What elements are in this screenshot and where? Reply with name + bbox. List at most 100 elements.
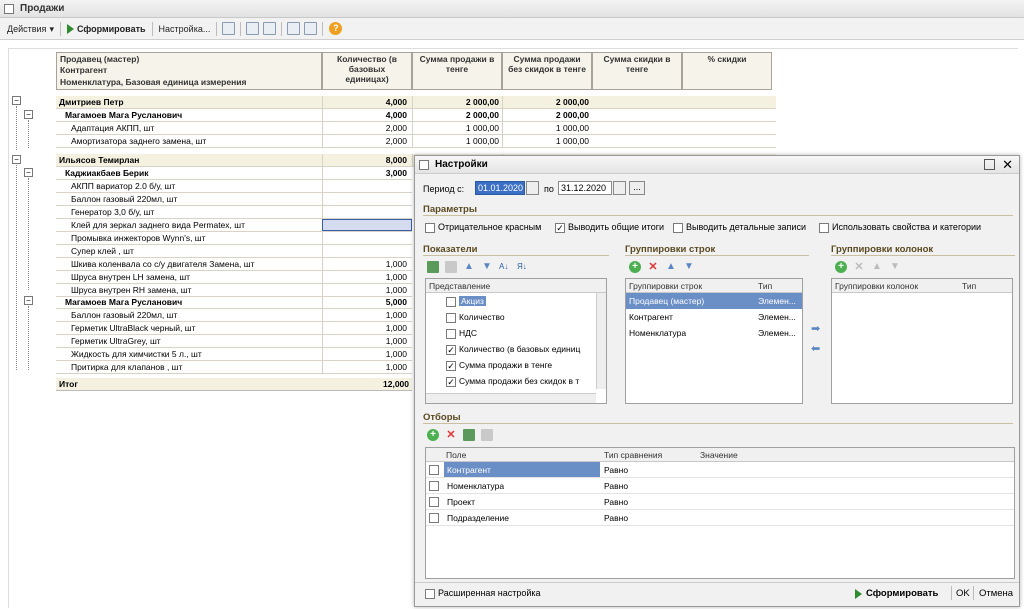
restore-icon[interactable]	[304, 22, 318, 35]
param-label: Использовать свойства и категории	[832, 222, 982, 232]
list-item[interactable]: Количество	[426, 309, 606, 325]
print-preview-icon[interactable]	[222, 22, 236, 35]
checkbox[interactable]	[429, 513, 439, 523]
add-icon[interactable]: +	[427, 429, 439, 441]
generate-button[interactable]: Сформировать	[64, 20, 149, 38]
param-checkbox[interactable]: Выводить детальные записи	[673, 222, 806, 233]
period-to-input[interactable]: 31.12.2020	[558, 181, 612, 195]
row-name: Герметик UltraGrey, шт	[71, 336, 161, 346]
list-item[interactable]: ✓ Количество (в базовых единиц	[426, 341, 606, 357]
checkbox[interactable]: ✓	[446, 360, 456, 371]
dialog-generate-button[interactable]: Сформировать	[855, 588, 938, 599]
period-select-button[interactable]: ...	[629, 181, 645, 195]
list-item[interactable]: ✓ Сумма продажи без скидок в т	[426, 373, 606, 389]
table-row[interactable]: Контрагент Равно	[426, 462, 1014, 478]
selected-cell[interactable]	[322, 219, 412, 231]
checkbox[interactable]	[446, 312, 456, 323]
delete-icon[interactable]: ✕	[647, 261, 659, 273]
add-icon[interactable]: +	[835, 261, 847, 273]
indicators-title: Показатели	[423, 244, 609, 256]
uncheck-all-icon[interactable]	[481, 429, 493, 441]
move-left-icon[interactable]: ⬅	[811, 342, 820, 355]
sort-desc-icon[interactable]: Я↓	[517, 261, 529, 273]
table-row[interactable]: Подразделение Равно	[426, 510, 1014, 526]
move-down-icon[interactable]: ▼	[481, 261, 493, 273]
row-qty	[322, 206, 410, 219]
row-name: Адаптация АКПП, шт	[71, 123, 155, 133]
help-button[interactable]: ?	[326, 20, 345, 38]
sort-asc-icon[interactable]: A↓	[499, 261, 511, 273]
list-item[interactable]: НДС	[426, 325, 606, 341]
collapse-icon[interactable]: −	[24, 110, 33, 119]
delete-icon[interactable]: ✕	[853, 261, 865, 273]
maximize-icon[interactable]	[984, 159, 995, 170]
table-row: Герметик UltraGrey, шт 1,000	[56, 335, 412, 348]
window-title: Продажи	[20, 3, 65, 14]
period-from-input[interactable]: 01.01.2020	[475, 181, 525, 195]
param-checkbox[interactable]: Отрицательное красным	[425, 222, 541, 233]
checkbox[interactable]	[446, 296, 456, 307]
collapse-icon[interactable]: −	[24, 296, 33, 305]
settings-button[interactable]: Настройка...	[156, 20, 214, 38]
indicators-header: Представление	[426, 279, 606, 293]
checkbox[interactable]	[446, 328, 456, 339]
header-qty: Количество (в базовых единицах)	[322, 52, 412, 90]
table-row[interactable]: Номенклатура Равно	[426, 478, 1014, 494]
indicators-toolbar: ▲ ▼ A↓ Я↓	[427, 261, 532, 275]
rowgroup-type: Элемен...	[758, 296, 796, 306]
toolbar: Действия ▾ Сформировать Настройка... ?	[0, 18, 1024, 40]
move-up-icon[interactable]: ▲	[463, 261, 475, 273]
save-icon[interactable]	[287, 22, 301, 35]
move-right-icon[interactable]: ➡	[811, 322, 820, 335]
report-icon	[4, 4, 14, 14]
actions-menu[interactable]: Действия ▾	[4, 20, 57, 38]
vertical-scrollbar[interactable]	[596, 293, 606, 389]
move-up-icon[interactable]: ▲	[871, 261, 883, 273]
settings-window-icon	[419, 160, 429, 170]
play-icon	[855, 588, 862, 599]
close-icon[interactable]: ✕	[1002, 156, 1013, 174]
calendar-icon[interactable]	[526, 181, 539, 195]
separator	[59, 21, 61, 36]
cancel-button[interactable]: Отмена	[979, 588, 1013, 599]
horizontal-scrollbar[interactable]	[426, 393, 596, 403]
rowgroup-type: Элемен...	[758, 328, 796, 338]
calendar-icon[interactable]	[613, 181, 626, 195]
row-qty: 1,000	[322, 322, 410, 335]
table-row[interactable]: Проект Равно	[426, 494, 1014, 510]
move-down-icon[interactable]: ▼	[683, 261, 695, 273]
checkbox[interactable]	[429, 465, 439, 475]
move-down-icon[interactable]: ▼	[889, 261, 901, 273]
checkbox[interactable]: ✓	[446, 376, 456, 387]
collapse-icon[interactable]: −	[24, 168, 33, 177]
list-item[interactable]: Контрагент Элемен...	[626, 309, 802, 325]
extended-settings-checkbox[interactable]: Расширенная настройка	[425, 588, 541, 599]
filter-field: Контрагент	[444, 462, 600, 477]
row-qty: 8,000	[322, 154, 410, 167]
separator	[973, 586, 974, 600]
ok-button[interactable]: OK	[956, 588, 970, 599]
tree-icon[interactable]	[246, 22, 260, 35]
chevron-down-icon: ▾	[49, 23, 54, 34]
add-icon[interactable]: +	[629, 261, 641, 273]
list-item[interactable]: ✓ Сумма продажи в тенге	[426, 357, 606, 373]
check-all-icon[interactable]	[463, 429, 475, 441]
collapse-icon[interactable]: −	[12, 96, 21, 105]
param-checkbox[interactable]: Использовать свойства и категории	[819, 222, 981, 233]
table-icon[interactable]	[263, 22, 277, 35]
list-item[interactable]: Номенклатура Элемен...	[626, 325, 802, 341]
checkbox[interactable]: ✓	[446, 344, 456, 355]
table-row: Клей для зеркал заднего вида Permatex, ш…	[56, 219, 412, 232]
param-checkbox[interactable]: ✓ Выводить общие итоги	[555, 222, 664, 233]
colgroups-list: Группировки колонок Тип	[831, 278, 1013, 404]
check-all-icon[interactable]	[427, 261, 439, 273]
collapse-icon[interactable]: −	[12, 155, 21, 164]
table-row: Магамоев Мага Русланович 4,000 2 000,00 2 0…	[56, 109, 776, 122]
list-item[interactable]: Акциз	[426, 293, 606, 309]
move-up-icon[interactable]: ▲	[665, 261, 677, 273]
checkbox[interactable]	[429, 481, 439, 491]
delete-icon[interactable]: ✕	[445, 429, 457, 441]
list-item[interactable]: Продавец (мастер) Элемен...	[626, 293, 802, 309]
checkbox[interactable]	[429, 497, 439, 507]
uncheck-all-icon[interactable]	[445, 261, 457, 273]
